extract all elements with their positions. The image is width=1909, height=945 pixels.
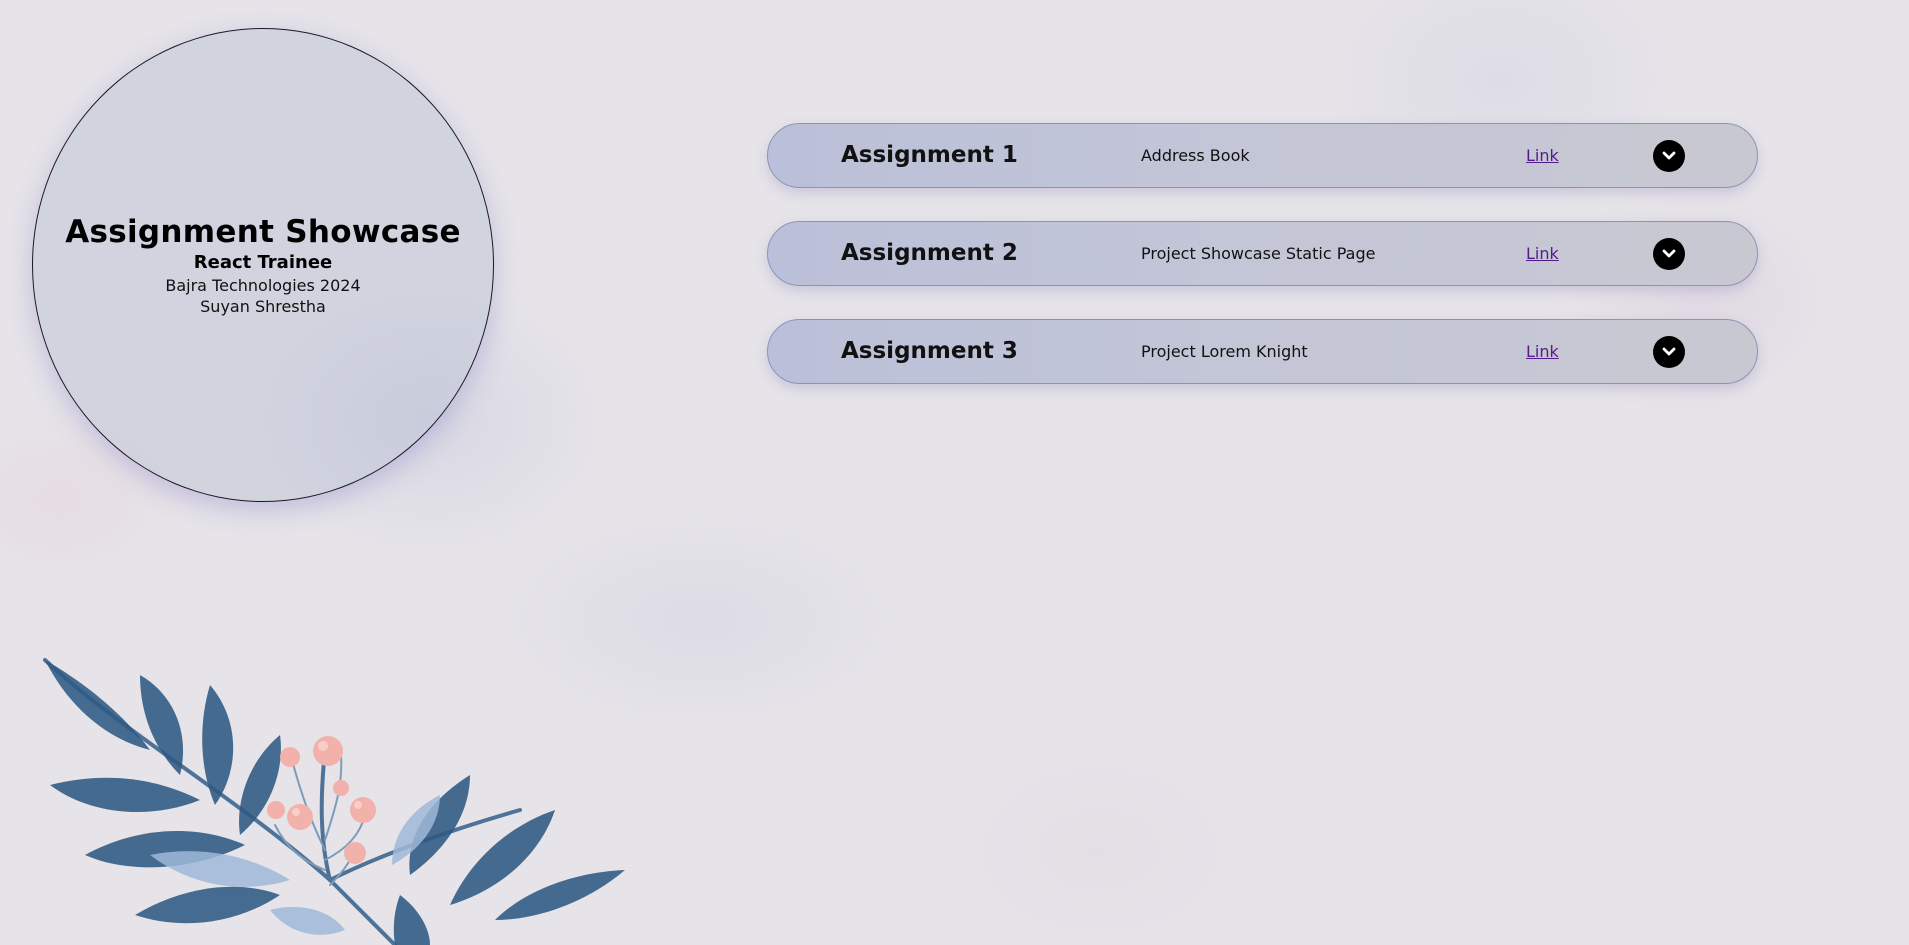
assignment-row[interactable]: Assignment 3 Project Lorem Knight Link bbox=[767, 319, 1758, 384]
assignment-list: Assignment 1 Address Book Link Assignmen… bbox=[767, 123, 1758, 417]
page-title: Assignment Showcase bbox=[65, 214, 461, 250]
assignment-description: Address Book bbox=[1141, 146, 1250, 165]
chevron-down-icon bbox=[1662, 151, 1676, 160]
assignment-link[interactable]: Link bbox=[1526, 222, 1559, 285]
assignment-description: Project Showcase Static Page bbox=[1141, 244, 1376, 263]
assignment-row[interactable]: Assignment 2 Project Showcase Static Pag… bbox=[767, 221, 1758, 286]
hero-badge: Assignment Showcase React Trainee Bajra … bbox=[32, 28, 494, 502]
expand-button[interactable] bbox=[1653, 238, 1685, 270]
hero-subtitle: React Trainee bbox=[193, 252, 333, 273]
leaf-illustration bbox=[43, 658, 625, 945]
assignment-title: Assignment 3 bbox=[841, 338, 1018, 364]
assignment-link[interactable]: Link bbox=[1526, 320, 1559, 383]
expand-button[interactable] bbox=[1653, 336, 1685, 368]
chevron-down-icon bbox=[1662, 249, 1676, 258]
assignment-link[interactable]: Link bbox=[1526, 124, 1559, 187]
assignment-description: Project Lorem Knight bbox=[1141, 342, 1308, 361]
hero-author: Suyan Shrestha bbox=[200, 297, 326, 316]
assignment-row[interactable]: Assignment 1 Address Book Link bbox=[767, 123, 1758, 188]
chevron-down-icon bbox=[1662, 347, 1676, 356]
assignment-title: Assignment 2 bbox=[841, 240, 1018, 266]
expand-button[interactable] bbox=[1653, 140, 1685, 172]
assignment-title: Assignment 1 bbox=[841, 142, 1018, 168]
hero-organization: Bajra Technologies 2024 bbox=[165, 276, 361, 295]
